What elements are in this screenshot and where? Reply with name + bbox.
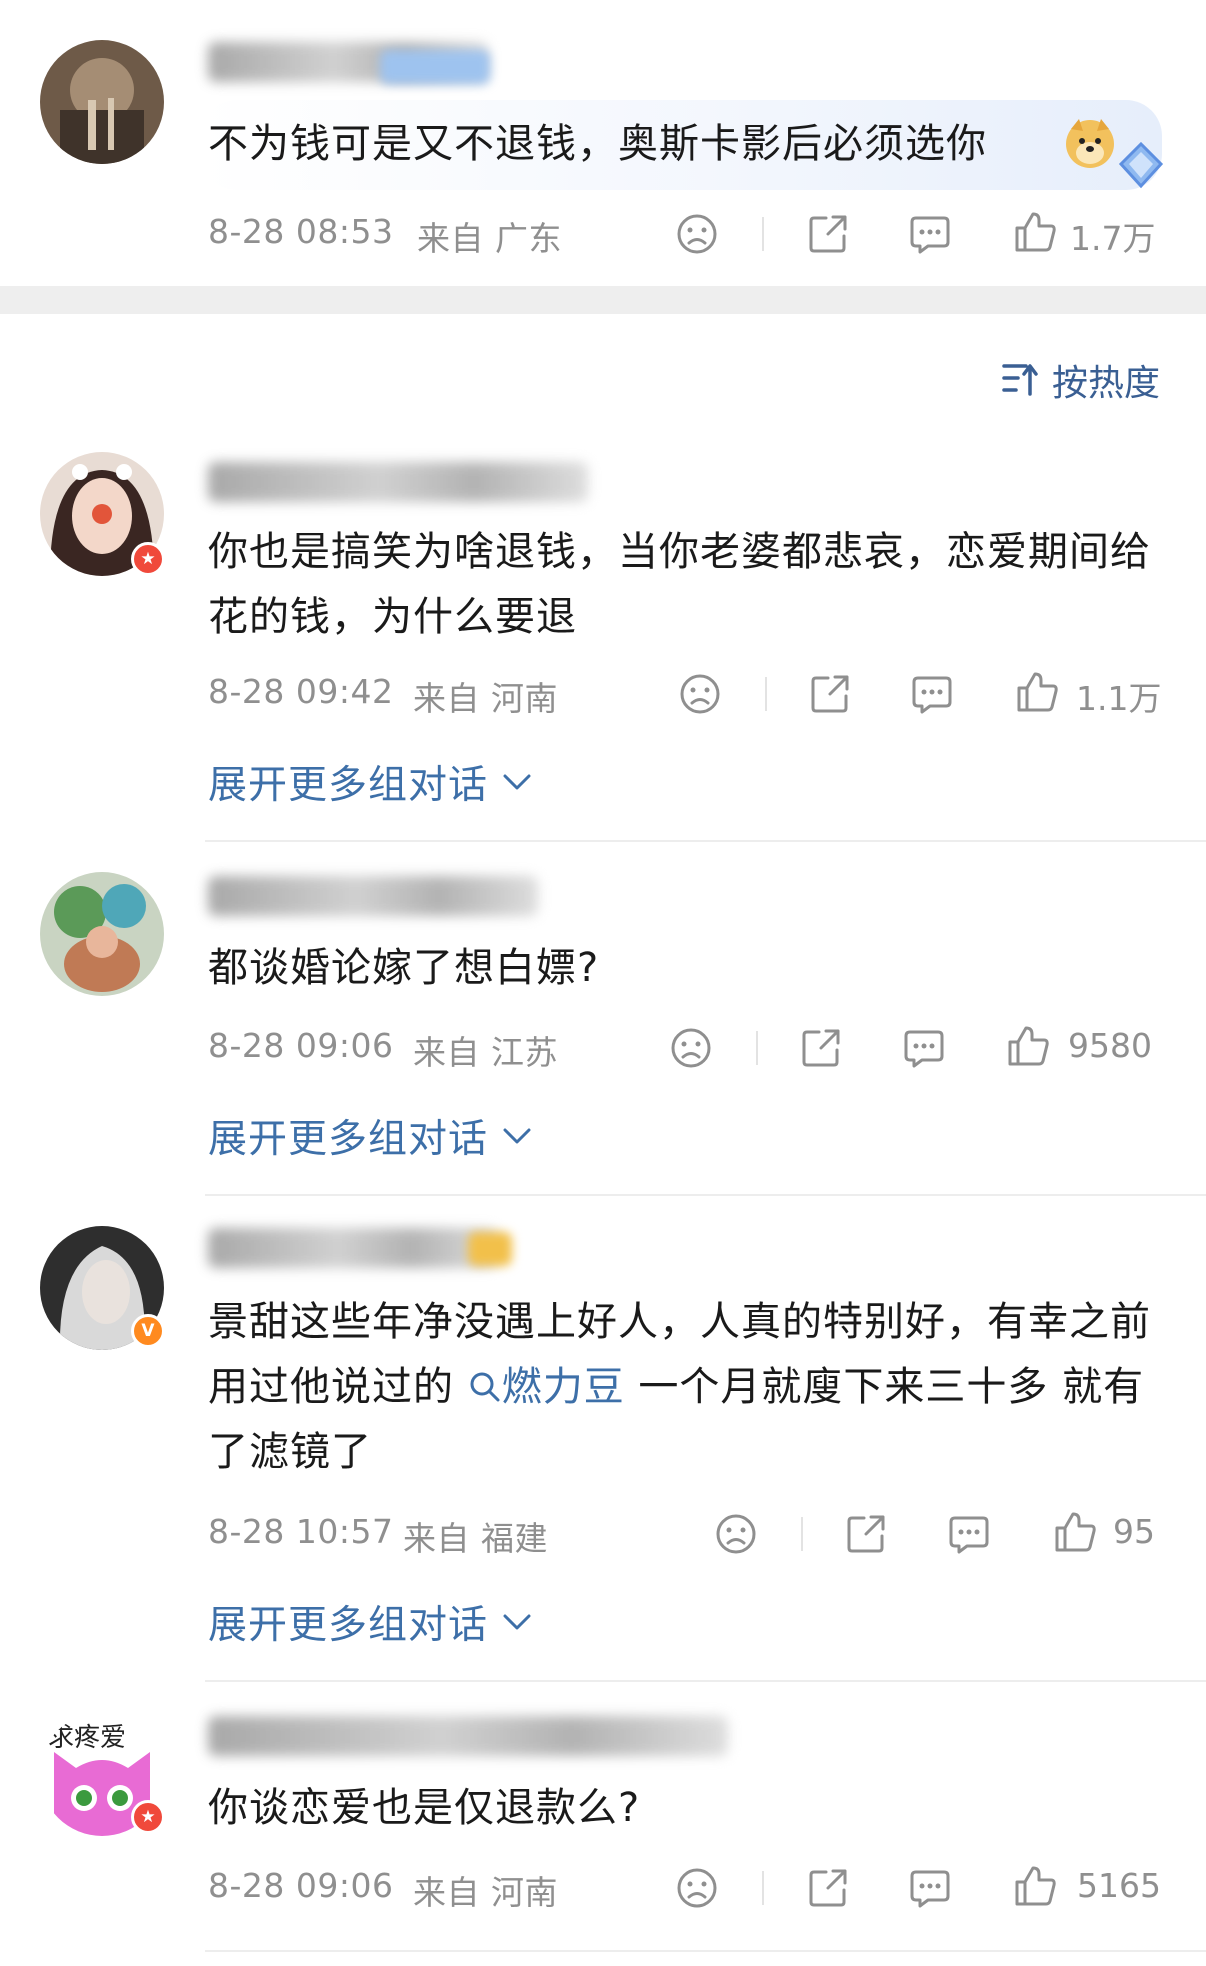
comment-text: 都谈婚论嫁了想白嫖? [208, 945, 600, 991]
dislike-face-icon[interactable] [675, 1866, 719, 1910]
verified-badge-icon: ★ [131, 542, 165, 576]
member-tag-blurred [380, 50, 490, 84]
like-count: 1.7万 [1070, 219, 1156, 258]
expand-label: 展开更多组对话 [208, 1117, 489, 1162]
dislike-face-icon[interactable] [678, 672, 722, 716]
comment-origin: 来自 江苏 [413, 1033, 558, 1072]
like-count: 5165 [1077, 1866, 1161, 1905]
verified-badge-icon: ★ [131, 1800, 165, 1834]
comment-time: 8-28 08:53 [208, 212, 394, 251]
username-blurred[interactable] [208, 876, 538, 916]
divider [205, 1194, 1206, 1196]
chevron-down-icon [503, 1614, 531, 1630]
reply-comment-icon[interactable] [910, 672, 954, 716]
chevron-down-icon [503, 774, 531, 790]
username-blurred[interactable] [208, 1716, 728, 1756]
reply-comment-icon[interactable] [908, 212, 952, 256]
comment-text: 景甜这些年净没遇上好人，人真的特别好，有幸之前用过他说过的 燃力豆 一个月就廋下… [208, 1290, 1168, 1485]
like-count: 1.1万 [1076, 679, 1162, 718]
avatar[interactable] [40, 40, 164, 164]
divider [205, 1680, 1206, 1682]
username-blurred[interactable] [208, 1228, 498, 1268]
share-icon[interactable] [844, 1512, 888, 1556]
divider [801, 1517, 803, 1551]
share-icon[interactable] [806, 212, 850, 256]
comment-text: 你谈恋爱也是仅退款么? [208, 1785, 641, 1831]
comment-time: 8-28 09:06 [208, 1866, 394, 1905]
diamond-badge-icon [1115, 140, 1167, 192]
divider [205, 1950, 1206, 1952]
divider [762, 217, 764, 251]
search-topic-label: 燃力豆 [501, 1364, 625, 1410]
avatar[interactable] [40, 872, 164, 996]
avatar-text: 求疼爱 [48, 1723, 126, 1753]
search-topic-link[interactable]: 燃力豆 [468, 1364, 625, 1410]
username-blurred[interactable] [208, 462, 588, 502]
like-count: 95 [1113, 1512, 1155, 1551]
reply-comment-icon[interactable] [902, 1026, 946, 1070]
comment-time: 8-28 09:06 [208, 1026, 394, 1065]
like-count: 9580 [1068, 1026, 1152, 1065]
expand-label: 展开更多组对话 [208, 1603, 489, 1648]
sort-by-hot-button[interactable]: 按热度 [1002, 354, 1160, 406]
comment-text: 不为钱可是又不退钱，奥斯卡影后必须选你 [208, 121, 987, 167]
member-tag-blurred [468, 1232, 512, 1266]
comment-text: 你也是搞笑为啥退钱，当你老婆都悲哀，恋爱期间给花的钱，为什么要退 [208, 529, 1151, 640]
search-icon [470, 1372, 500, 1402]
comment-time: 8-28 10:57 [208, 1512, 394, 1551]
verified-badge-icon: V [131, 1314, 165, 1348]
dislike-face-icon[interactable] [675, 212, 719, 256]
share-icon[interactable] [806, 1866, 850, 1910]
dislike-face-icon[interactable] [669, 1026, 713, 1070]
comment-origin: 来自 河南 [413, 1873, 558, 1912]
like-thumb-icon[interactable] [1015, 670, 1059, 714]
like-thumb-icon[interactable] [1053, 1510, 1097, 1554]
comment-origin: 来自 福建 [403, 1519, 548, 1558]
expand-more-replies-button[interactable]: 展开更多组对话 [208, 1594, 532, 1650]
expand-label: 展开更多组对话 [208, 763, 489, 808]
divider [765, 677, 767, 711]
comment-origin: 来自 河南 [413, 679, 558, 718]
expand-more-replies-button[interactable]: 展开更多组对话 [208, 1108, 532, 1164]
reply-comment-icon[interactable] [908, 1866, 952, 1910]
section-separator [0, 286, 1206, 314]
divider [756, 1031, 758, 1065]
divider [762, 1871, 764, 1905]
like-thumb-icon[interactable] [1006, 1024, 1050, 1068]
share-icon[interactable] [799, 1026, 843, 1070]
sort-icon [1002, 364, 1038, 396]
like-thumb-icon[interactable] [1013, 1864, 1057, 1908]
like-thumb-icon[interactable] [1013, 210, 1057, 254]
dislike-face-icon[interactable] [714, 1512, 758, 1556]
reply-comment-icon[interactable] [947, 1512, 991, 1556]
share-icon[interactable] [808, 672, 852, 716]
doge-emoji-icon [1063, 115, 1117, 169]
comment-time: 8-28 09:42 [208, 672, 394, 711]
divider [205, 840, 1206, 842]
comment-origin: 来自 广东 [417, 219, 562, 258]
expand-more-replies-button[interactable]: 展开更多组对话 [208, 754, 532, 810]
chevron-down-icon [503, 1128, 531, 1144]
sort-label: 按热度 [1051, 363, 1160, 404]
